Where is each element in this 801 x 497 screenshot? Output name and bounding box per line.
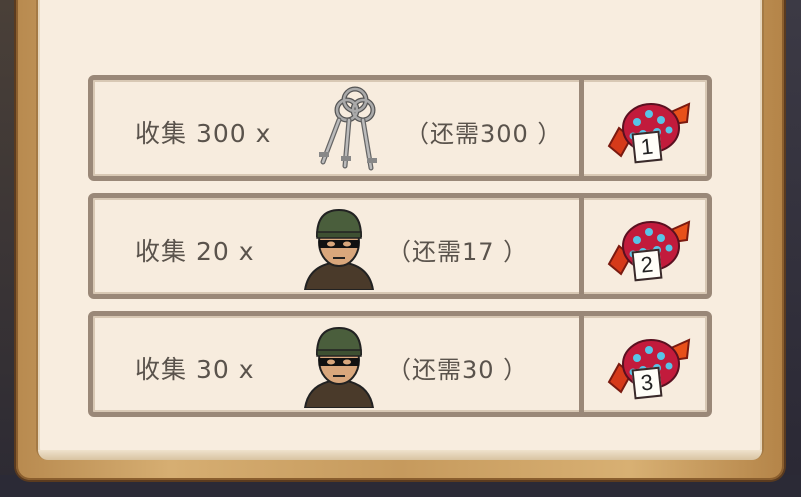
quest-row: 收集 20 x （还需17 ） 2 [88,193,712,299]
reward-number: 3 [631,366,663,400]
panel-bottom-edge [38,450,762,460]
collect-label: 收集 300 x [135,119,272,148]
thief-icon [299,202,379,294]
remaining-label: （还需300 ） [405,120,563,148]
row-divider [579,75,584,181]
keys-icon [315,84,393,178]
reward-number: 2 [631,248,663,282]
row-divider [579,311,584,417]
collect-label: 收集 20 x [135,237,255,266]
reward-gift-icon[interactable]: 2 [607,210,693,288]
thief-icon [299,320,379,412]
reward-number: 1 [631,130,663,164]
row-divider [579,193,584,299]
remaining-label: （还需30 ） [387,356,529,384]
collect-label: 收集 30 x [135,355,255,384]
reward-gift-icon[interactable]: 1 [607,92,693,170]
reward-gift-icon[interactable]: 3 [607,328,693,406]
quest-row: 收集 30 x （还需30 ） 3 [88,311,712,417]
quest-row: 收集 300 x （还需300 ） 1 [88,75,712,181]
remaining-label: （还需17 ） [387,238,529,266]
background-right [781,0,801,497]
